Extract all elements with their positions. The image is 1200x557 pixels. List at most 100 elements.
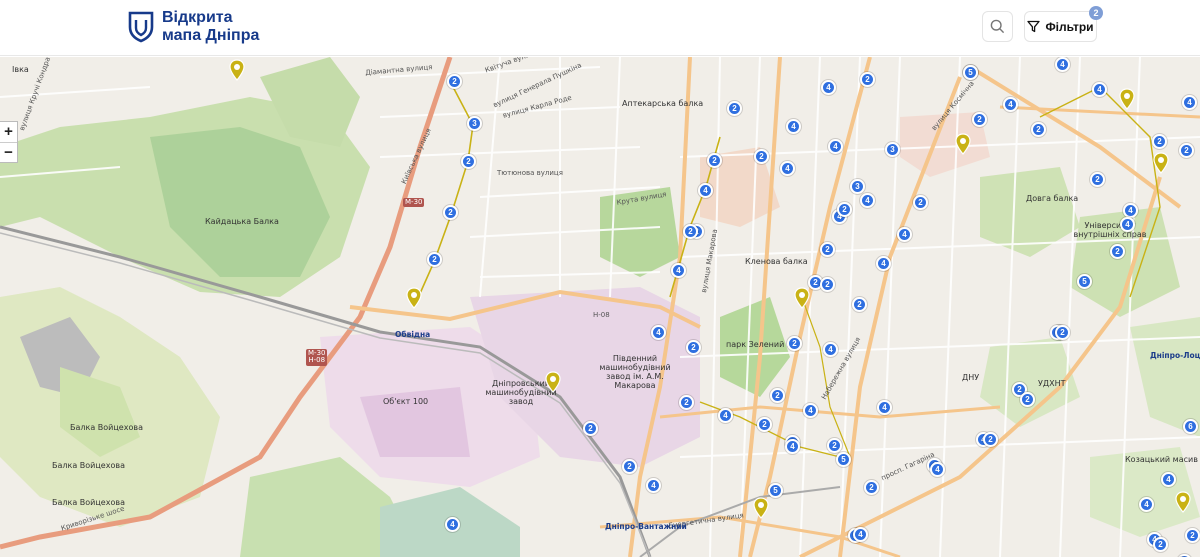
label-klenova: Кленова балка [745,257,808,266]
cluster-marker[interactable]: 2 [972,112,987,127]
cluster-marker[interactable]: 2 [820,277,835,292]
shield-m30-h08: М-30 Н-08 [306,349,328,366]
cluster-marker[interactable]: 2 [443,205,458,220]
cluster-marker[interactable]: 4 [445,517,460,532]
cluster-marker[interactable]: 2 [1179,143,1194,158]
cluster-marker[interactable]: 2 [852,297,867,312]
cluster-marker[interactable]: 2 [1031,122,1046,137]
cluster-marker[interactable]: 2 [787,336,802,351]
map-pin-icon[interactable] [955,133,971,155]
cluster-marker[interactable]: 2 [757,417,772,432]
search-icon [990,19,1005,34]
cluster-marker[interactable]: 3 [467,116,482,131]
label-balka-voitsekhova-3: Балка Войцехова [52,498,125,507]
zoom-out-button[interactable]: − [0,143,17,163]
cluster-marker[interactable]: 4 [897,227,912,242]
cluster-marker[interactable]: 5 [836,452,851,467]
cluster-marker[interactable]: 5 [1077,274,1092,289]
map-pin-icon[interactable] [406,287,422,309]
search-button[interactable] [982,11,1013,42]
cluster-marker[interactable]: 4 [651,325,666,340]
cluster-marker[interactable]: 4 [786,119,801,134]
cluster-marker[interactable]: 4 [671,263,686,278]
cluster-marker[interactable]: 2 [461,154,476,169]
filter-button[interactable]: Фільтри [1024,11,1097,42]
cluster-marker[interactable]: 4 [930,462,945,477]
filter-button-label: Фільтри [1045,19,1094,34]
logo-line-1: Відкрита [162,9,233,26]
cluster-marker[interactable]: 2 [427,252,442,267]
cluster-marker[interactable]: 4 [646,478,661,493]
cluster-marker[interactable]: 2 [679,395,694,410]
cluster-marker[interactable]: 4 [1123,203,1138,218]
logo-line-2: мапа Дніпра [162,27,260,44]
map-pin-icon[interactable] [229,59,245,81]
cluster-marker[interactable]: 2 [707,153,722,168]
label-h08-a: Н-08 [593,311,610,319]
cluster-marker[interactable]: 2 [864,480,879,495]
cluster-marker[interactable]: 4 [1182,95,1197,110]
cluster-marker[interactable]: 2 [686,340,701,355]
map-pin-icon[interactable] [545,371,561,393]
cluster-marker[interactable]: 4 [1120,217,1135,232]
cluster-marker[interactable]: 4 [860,193,875,208]
label-pivdennyi: Південний машинобудівний завод ім. А.М. … [599,354,671,390]
cluster-marker[interactable]: 4 [828,139,843,154]
cluster-marker[interactable]: 4 [698,183,713,198]
filter-count-badge: 2 [1089,6,1103,20]
cluster-marker[interactable]: 2 [1020,392,1035,407]
cluster-marker[interactable]: 3 [850,179,865,194]
label-obiekt: Об'єкт 100 [383,397,429,406]
cluster-marker[interactable]: 4 [876,256,891,271]
zoom-control: + − [0,121,18,163]
cluster-marker[interactable]: 5 [768,483,783,498]
cluster-marker[interactable]: 2 [1090,172,1105,187]
cluster-marker[interactable]: 5 [963,65,978,80]
cluster-marker[interactable]: 4 [1139,497,1154,512]
app-logo[interactable]: Відкрита мапа Дніпра [128,9,259,45]
cluster-marker[interactable]: 2 [1153,537,1168,552]
cluster-marker[interactable]: 2 [913,195,928,210]
zoom-in-button[interactable]: + [0,122,17,143]
map-view[interactable]: + − Івка вулиця Кручі Кондратюка Діамантна… [0,57,1200,557]
cluster-marker[interactable]: 4 [1092,82,1107,97]
cluster-marker[interactable]: 2 [1055,325,1070,340]
label-aptekarska: Аптекарська балка [622,99,704,108]
cluster-marker[interactable]: 4 [1161,472,1176,487]
cluster-marker[interactable]: 2 [1110,244,1125,259]
cluster-marker[interactable]: 4 [823,342,838,357]
cluster-marker[interactable]: 2 [727,101,742,116]
cluster-marker[interactable]: 2 [622,459,637,474]
cluster-marker[interactable]: 2 [447,74,462,89]
cluster-marker[interactable]: 2 [583,421,598,436]
logo-text: Відкрита мапа Дніпра [162,9,259,45]
cluster-marker[interactable]: 4 [821,80,836,95]
cluster-marker[interactable]: 4 [780,161,795,176]
cluster-marker[interactable]: 4 [1055,57,1070,72]
cluster-marker[interactable]: 4 [785,439,800,454]
cluster-marker[interactable]: 4 [803,403,818,418]
cluster-marker[interactable]: 2 [827,438,842,453]
cluster-marker[interactable]: 2 [770,388,785,403]
cluster-marker[interactable]: 2 [754,149,769,164]
map-pin-icon[interactable] [753,497,769,519]
cluster-marker[interactable]: 4 [718,408,733,423]
cluster-marker[interactable]: 2 [683,224,698,239]
cluster-marker[interactable]: 2 [983,432,998,447]
cluster-marker[interactable]: 4 [877,400,892,415]
map-pin-icon[interactable] [1119,88,1135,110]
cluster-marker[interactable]: 2 [1152,134,1167,149]
map-pin-icon[interactable] [1153,152,1169,174]
map-tiles [0,57,1200,557]
map-pin-icon[interactable] [1175,491,1191,513]
cluster-marker[interactable]: 2 [820,242,835,257]
cluster-marker[interactable]: 2 [860,72,875,87]
cluster-marker[interactable]: 2 [837,202,852,217]
cluster-marker[interactable]: 6 [1183,419,1198,434]
label-kozatska: Козацький масив [1125,455,1198,464]
cluster-marker[interactable]: 4 [853,527,868,542]
cluster-marker[interactable]: 4 [1003,97,1018,112]
cluster-marker[interactable]: 2 [1185,528,1200,543]
map-pin-icon[interactable] [794,287,810,309]
cluster-marker[interactable]: 3 [885,142,900,157]
